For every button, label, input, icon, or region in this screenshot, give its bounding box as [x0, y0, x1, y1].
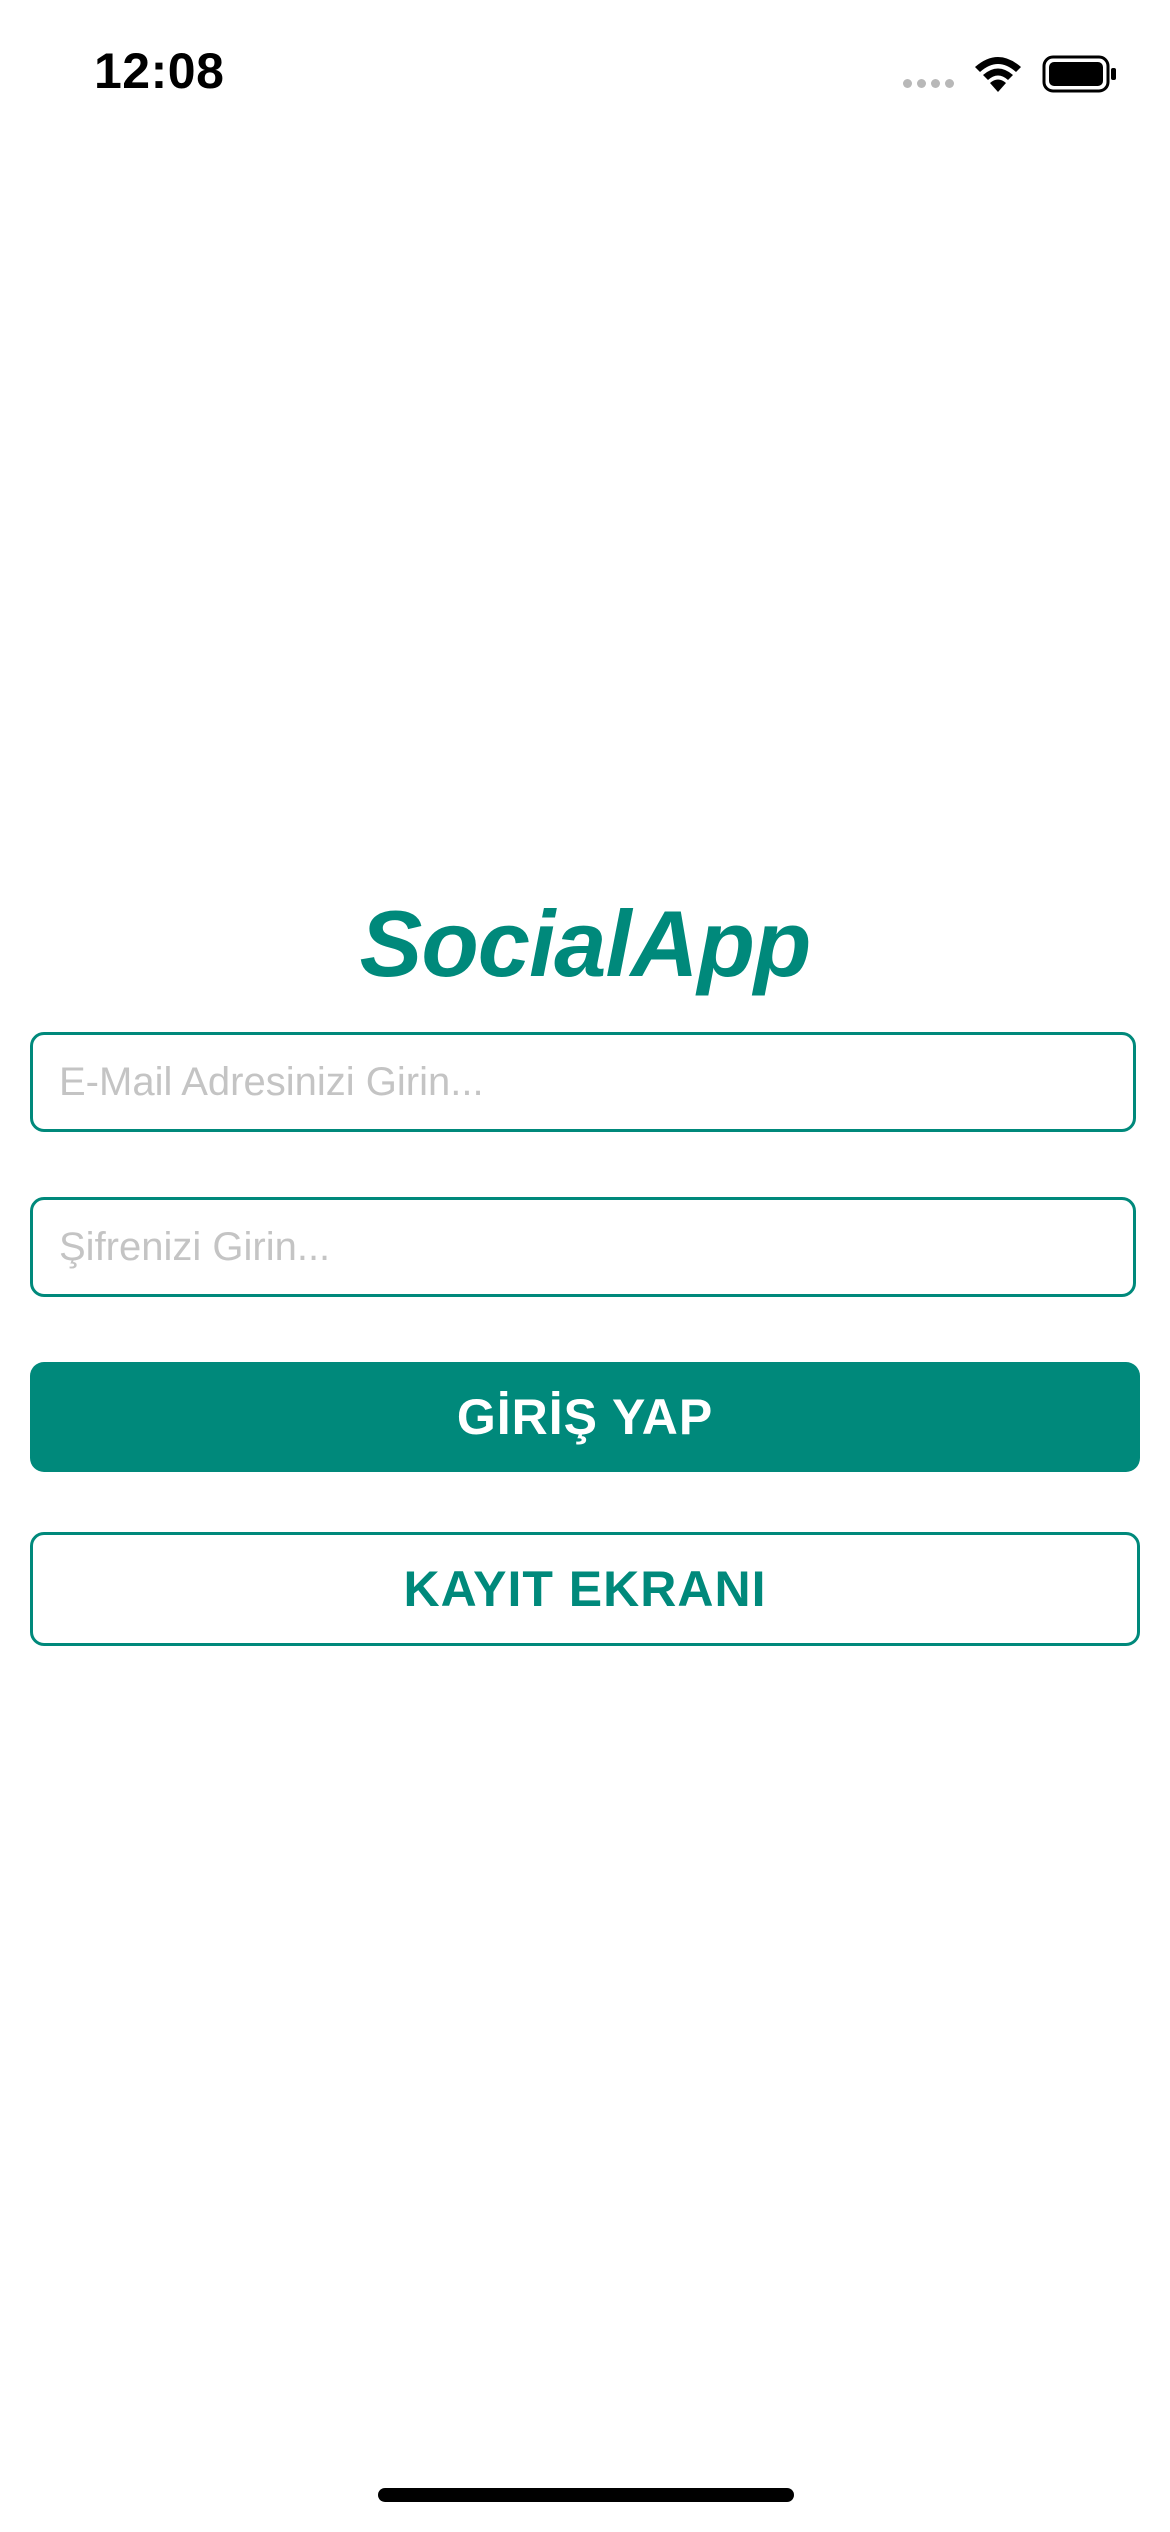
register-button-label: KAYIT EKRANI — [403, 1561, 767, 1617]
signal-icon — [903, 61, 954, 88]
status-bar: 12:08 — [0, 0, 1170, 150]
battery-icon — [1042, 55, 1118, 93]
login-button[interactable]: GİRİŞ YAP — [30, 1362, 1140, 1472]
status-time: 12:08 — [94, 43, 225, 99]
email-input[interactable] — [33, 1035, 1133, 1129]
password-field[interactable] — [30, 1197, 1136, 1297]
status-icons — [903, 52, 1118, 96]
email-field[interactable] — [30, 1032, 1136, 1132]
password-input[interactable] — [33, 1200, 1133, 1294]
home-indicator[interactable] — [378, 2488, 794, 2502]
register-button[interactable]: KAYIT EKRANI — [30, 1532, 1140, 1646]
wifi-icon — [972, 54, 1024, 94]
login-button-label: GİRİŞ YAP — [456, 1389, 714, 1445]
app-title: SocialApp — [359, 891, 812, 996]
